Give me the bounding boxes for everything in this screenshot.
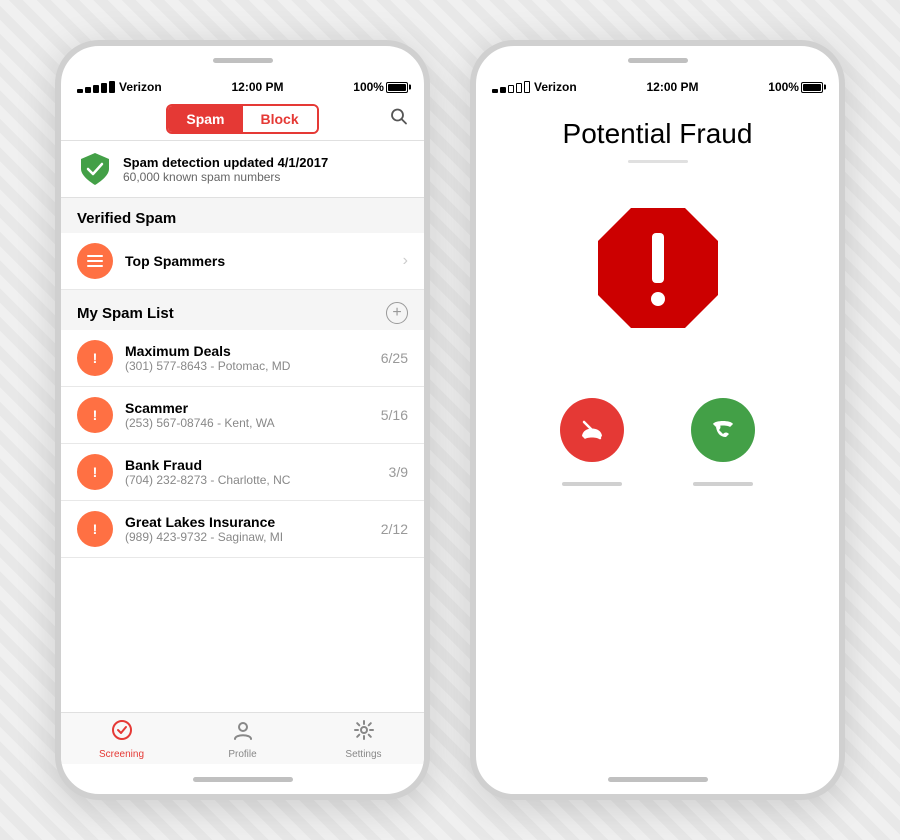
signal-dot-r3 <box>508 85 514 93</box>
add-spam-button[interactable]: + <box>386 302 408 324</box>
spam-count-2: 3/9 <box>389 464 408 480</box>
spam-content-1: Scammer (253) 567-08746 - Kent, WA <box>125 400 381 430</box>
spam-icon-3: ! <box>77 511 113 547</box>
status-bar-right: Verizon 12:00 PM 100% <box>476 76 839 98</box>
signal-dot-r4 <box>516 83 522 93</box>
call-actions <box>496 398 819 462</box>
update-notice: Spam detection updated 4/1/2017 60,000 k… <box>61 140 424 198</box>
time-right: 12:00 PM <box>646 80 698 94</box>
spam-name-2: Bank Fraud <box>125 457 389 473</box>
signal-dot-2 <box>85 87 91 93</box>
battery-fill <box>388 84 406 91</box>
carrier-left: Verizon <box>119 80 162 94</box>
tab-screening-label: Screening <box>99 749 144 760</box>
spam-detail-3: (989) 423-9732 - Saginaw, MI <box>125 530 381 544</box>
spam-icon-0: ! <box>77 340 113 376</box>
top-spammers-content: Top Spammers <box>125 253 403 269</box>
top-spammers-item[interactable]: Top Spammers › <box>61 233 424 290</box>
fraud-screen: Potential Fraud <box>476 98 839 764</box>
warning-icon <box>593 203 723 338</box>
carrier-right: Verizon <box>534 80 577 94</box>
nav-bar: Spam Block <box>61 98 424 140</box>
top-spammers-right: › <box>403 252 408 270</box>
spam-name-0: Maximum Deals <box>125 343 381 359</box>
screening-icon <box>111 719 133 747</box>
update-subtitle: 60,000 known spam numbers <box>123 170 328 184</box>
top-spammers-icon <box>77 243 113 279</box>
tab-settings[interactable]: Settings <box>303 713 424 764</box>
signal-dots <box>77 81 115 93</box>
segmented-control[interactable]: Spam Block <box>166 104 318 134</box>
spam-name-3: Great Lakes Insurance <box>125 514 381 530</box>
spam-count-1: 5/16 <box>381 407 408 423</box>
spam-detail-2: (704) 232-8273 - Charlotte, NC <box>125 473 389 487</box>
spam-content-2: Bank Fraud (704) 232-8273 - Charlotte, N… <box>125 457 389 487</box>
update-title: Spam detection updated 4/1/2017 <box>123 155 328 170</box>
fraud-title: Potential Fraud <box>563 118 753 150</box>
spam-icon-2: ! <box>77 454 113 490</box>
shield-icon <box>77 151 113 187</box>
accept-button[interactable] <box>691 398 755 462</box>
call-labels <box>496 482 819 486</box>
spam-detail-1: (253) 567-08746 - Kent, WA <box>125 416 381 430</box>
signal-dot-r2 <box>500 87 506 93</box>
fraud-divider <box>628 160 688 163</box>
accept-label <box>693 482 753 486</box>
settings-icon <box>353 719 375 747</box>
spam-item-0[interactable]: ! Maximum Deals (301) 577-8643 - Potomac… <box>61 330 424 387</box>
spam-content-3: Great Lakes Insurance (989) 423-9732 - S… <box>125 514 381 544</box>
battery-right: 100% <box>768 80 823 94</box>
signal-dot-3 <box>93 85 99 93</box>
signal-dot-1 <box>77 89 83 93</box>
spam-item-2[interactable]: ! Bank Fraud (704) 232-8273 - Charlotte,… <box>61 444 424 501</box>
spam-content-0: Maximum Deals (301) 577-8643 - Potomac, … <box>125 343 381 373</box>
right-phone: Verizon 12:00 PM 100% Potential Fraud <box>470 40 845 800</box>
battery-body-right <box>801 82 823 93</box>
profile-icon <box>232 719 254 747</box>
block-tab[interactable]: Block <box>243 106 317 132</box>
time-left: 12:00 PM <box>231 80 283 94</box>
svg-text:!: ! <box>93 350 98 366</box>
my-spam-list-header: My Spam List + <box>61 290 424 330</box>
signal-right: Verizon <box>492 80 577 94</box>
signal-left: Verizon <box>77 80 162 94</box>
spam-item-3[interactable]: ! Great Lakes Insurance (989) 423-9732 -… <box>61 501 424 558</box>
chevron-right-icon: › <box>403 252 408 270</box>
tab-profile[interactable]: Profile <box>182 713 303 764</box>
svg-text:!: ! <box>93 407 98 423</box>
spam-detail-0: (301) 577-8643 - Potomac, MD <box>125 359 381 373</box>
signal-dot-r1 <box>492 89 498 93</box>
tab-bar: Screening Profile Settin <box>61 712 424 764</box>
left-phone: Verizon 12:00 PM 100% Spam Block <box>55 40 430 800</box>
decline-button[interactable] <box>560 398 624 462</box>
spam-item-1[interactable]: ! Scammer (253) 567-08746 - Kent, WA 5/1… <box>61 387 424 444</box>
tab-settings-label: Settings <box>345 749 381 760</box>
tab-profile-label: Profile <box>228 749 256 760</box>
my-spam-list-label: My Spam List <box>77 305 174 322</box>
signal-dot-r5 <box>524 81 530 93</box>
spam-count-3: 2/12 <box>381 521 408 537</box>
top-spammers-label: Top Spammers <box>125 253 403 269</box>
svg-text:!: ! <box>93 521 98 537</box>
spam-name-1: Scammer <box>125 400 381 416</box>
signal-dots-right <box>492 81 530 93</box>
signal-dot-5 <box>109 81 115 93</box>
spam-tab[interactable]: Spam <box>168 106 242 132</box>
status-bar-left: Verizon 12:00 PM 100% <box>61 76 424 98</box>
search-icon[interactable] <box>390 108 408 131</box>
decline-label <box>562 482 622 486</box>
spam-icon-1: ! <box>77 397 113 433</box>
tab-screening[interactable]: Screening <box>61 713 182 764</box>
verified-spam-header: Verified Spam <box>61 198 424 233</box>
battery-body <box>386 82 408 93</box>
signal-dot-4 <box>101 83 107 93</box>
battery-fill-right <box>803 84 821 91</box>
spam-count-0: 6/25 <box>381 350 408 366</box>
battery-left: 100% <box>353 80 408 94</box>
update-text: Spam detection updated 4/1/2017 60,000 k… <box>123 155 328 184</box>
svg-text:!: ! <box>93 464 98 480</box>
octagon-svg <box>593 203 723 333</box>
